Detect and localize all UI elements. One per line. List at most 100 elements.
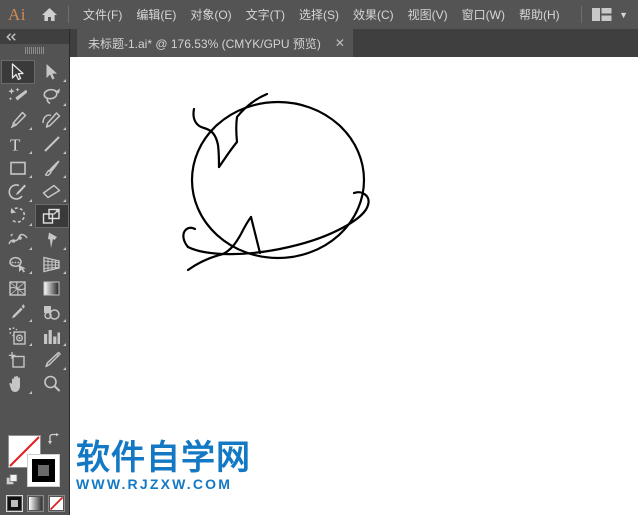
tool-perspective-grid[interactable] <box>35 252 69 276</box>
tool-free-transform[interactable] <box>34 204 69 228</box>
tool-artboard[interactable] <box>1 348 35 372</box>
app-logo: Ai <box>0 0 34 29</box>
tool-gradient[interactable] <box>35 276 69 300</box>
free-transform-icon <box>42 208 60 224</box>
none-color-icon <box>50 497 63 510</box>
watermark-url: WWW.RJZXW.COM <box>76 476 233 492</box>
color-mode-solid[interactable] <box>6 495 23 512</box>
zoom-magnifier-icon <box>43 375 60 392</box>
menu-window[interactable]: 窗口(W) <box>455 5 512 25</box>
stroke-swatch[interactable] <box>27 454 60 487</box>
tool-expand-corner <box>28 391 32 394</box>
menu-edit[interactable]: 编辑(E) <box>129 5 183 25</box>
tool-expand-corner <box>62 367 66 370</box>
tool-puppet-warp[interactable] <box>35 228 69 252</box>
blend-icon <box>44 305 60 320</box>
tool-paintbrush[interactable] <box>35 156 69 180</box>
column-graph-icon <box>44 329 60 344</box>
direct-selection-icon <box>46 64 57 80</box>
pen-icon <box>10 111 27 129</box>
eraser-icon <box>42 184 61 199</box>
color-mode-gradient[interactable] <box>27 495 44 512</box>
tool-expand-corner <box>28 199 32 202</box>
menu-type[interactable]: 文字(T) <box>239 5 292 25</box>
document-tab[interactable]: 未标题-1.ai* @ 176.53% (CMYK/GPU 预览) ✕ <box>77 29 353 57</box>
menu-help[interactable]: 帮助(H) <box>512 5 567 25</box>
tool-magic-wand[interactable] <box>1 84 35 108</box>
workspace-switcher-icon[interactable] <box>592 7 612 22</box>
tool-width[interactable] <box>1 228 35 252</box>
tool-shaper[interactable] <box>1 180 35 204</box>
eyedropper-icon <box>11 304 25 319</box>
tool-expand-corner <box>62 319 66 322</box>
tool-type[interactable]: T <box>1 132 35 156</box>
default-fill-stroke-icon[interactable] <box>6 473 18 485</box>
tool-curvature[interactable] <box>35 108 69 132</box>
tool-symbol-sprayer[interactable] <box>1 324 35 348</box>
tool-expand-corner <box>62 151 66 154</box>
tool-expand-corner <box>28 247 32 250</box>
tool-hand[interactable] <box>1 372 35 396</box>
color-mode-row <box>6 495 65 512</box>
watermark: 软件自学网 WWW.RJZXW.COM <box>76 440 251 492</box>
tool-expand-corner <box>62 103 66 106</box>
tool-grid: T <box>0 60 69 396</box>
menu-effect[interactable]: 效果(C) <box>346 5 401 25</box>
double-chevron-left-glyph <box>6 32 16 41</box>
symbol-sprayer-icon <box>8 327 26 345</box>
double-chevron-left-icon[interactable] <box>0 29 69 44</box>
hand-icon <box>9 375 20 392</box>
menu-select[interactable]: 选择(S) <box>292 5 346 25</box>
tool-blend[interactable] <box>35 300 69 324</box>
tool-line-segment[interactable] <box>35 132 69 156</box>
tool-column-graph[interactable] <box>35 324 69 348</box>
close-icon[interactable]: ✕ <box>335 37 345 49</box>
tool-direct-selection[interactable] <box>35 60 69 84</box>
tool-expand-corner <box>62 271 66 274</box>
tool-eraser[interactable] <box>35 180 69 204</box>
menu-object[interactable]: 对象(O) <box>183 5 238 25</box>
tool-pen[interactable] <box>1 108 35 132</box>
default-swatch-glyph <box>6 474 18 485</box>
tool-expand-corner <box>62 247 66 250</box>
tool-shape-builder[interactable] <box>1 252 35 276</box>
document-tab-bar: 未标题-1.ai* @ 176.53% (CMYK/GPU 预览) ✕ <box>70 29 638 57</box>
slice-knife-icon <box>44 351 61 368</box>
tool-zoom[interactable] <box>35 372 69 396</box>
tool-selection[interactable] <box>0 60 35 84</box>
tool-eyedropper[interactable] <box>1 300 35 324</box>
menu-view[interactable]: 视图(V) <box>401 5 455 25</box>
chevron-down-icon[interactable]: ▼ <box>619 10 628 20</box>
tool-expand-corner <box>28 175 32 178</box>
tool-lasso[interactable] <box>35 84 69 108</box>
home-icon[interactable] <box>34 0 64 29</box>
swap-fill-stroke-icon[interactable] <box>47 433 60 448</box>
lasso-icon <box>43 88 60 104</box>
mesh-icon <box>9 280 26 296</box>
tool-rectangle[interactable] <box>1 156 35 180</box>
home-icon-glyph <box>41 8 57 21</box>
tool-slice[interactable] <box>35 348 69 372</box>
tool-mesh[interactable] <box>1 276 35 300</box>
magic-wand-icon <box>8 87 27 101</box>
type-icon: T <box>10 136 21 154</box>
svg-text:T: T <box>10 136 21 154</box>
tool-expand-corner <box>28 127 32 130</box>
menu-file[interactable]: 文件(F) <box>76 5 129 25</box>
paintbrush-icon <box>44 160 59 177</box>
selection-arrow-icon <box>11 63 24 81</box>
color-mode-none[interactable] <box>48 495 65 512</box>
workspace-switcher-glyph <box>592 8 612 21</box>
tool-expand-corner <box>28 319 32 322</box>
tool-expand-corner <box>28 223 32 226</box>
panel-grip[interactable] <box>0 44 69 57</box>
document-tab-title: 未标题-1.ai* @ 176.53% (CMYK/GPU 预览) <box>88 36 321 51</box>
puppet-warp-pin-icon <box>47 232 57 248</box>
app-logo-text: Ai <box>8 4 26 24</box>
tool-rotate[interactable] <box>1 204 35 228</box>
tool-expand-corner <box>62 127 66 130</box>
fill-stroke-area <box>0 404 69 515</box>
watermark-site-name: 软件自学网 <box>76 438 251 478</box>
workspace-divider <box>581 6 583 23</box>
stroke-ring-hole <box>38 465 49 476</box>
